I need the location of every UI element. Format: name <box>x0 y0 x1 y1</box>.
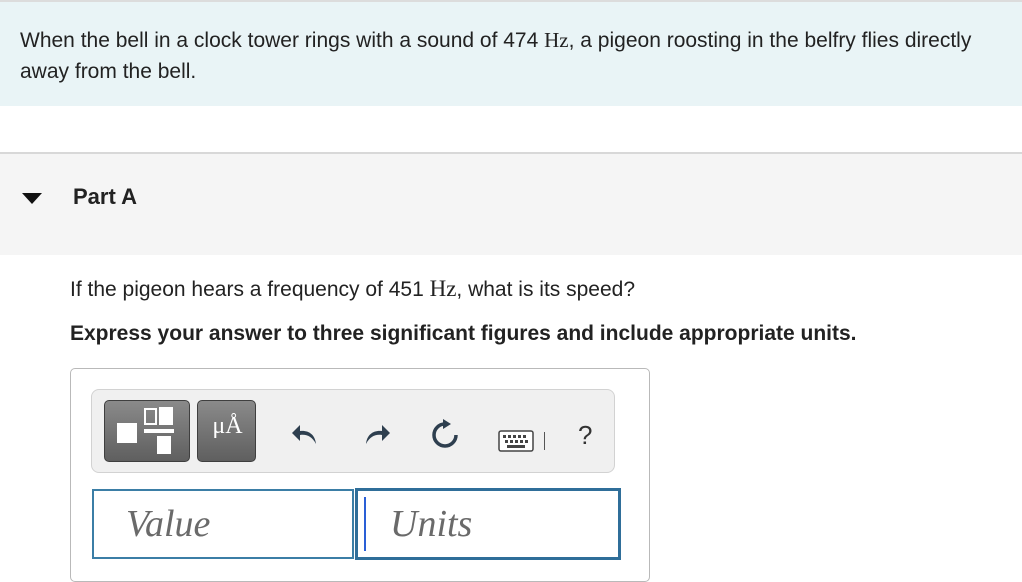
keyboard-icon[interactable] <box>498 430 534 452</box>
redo-icon[interactable] <box>362 420 392 448</box>
value-input[interactable] <box>92 489 354 559</box>
collapse-triangle-icon[interactable] <box>22 190 42 206</box>
toolbar-separator <box>544 432 545 450</box>
help-button[interactable]: ? <box>578 420 592 451</box>
part-a-header[interactable]: Part A <box>0 152 1022 255</box>
question-unit: Hz <box>429 276 457 301</box>
mu-angstrom-icon: μÅ <box>212 413 243 439</box>
math-toolbar: μÅ ? <box>91 389 615 473</box>
problem-unit: Hz <box>544 28 569 52</box>
text-cursor <box>364 497 366 551</box>
undo-icon[interactable] <box>290 420 320 448</box>
symbols-button[interactable]: μÅ <box>197 400 256 462</box>
answer-instruction: Express your answer to three significant… <box>70 322 857 345</box>
reset-icon[interactable] <box>429 419 461 451</box>
question-text-start: If the pigeon hears a frequency of 451 <box>70 278 430 301</box>
units-input[interactable] <box>356 489 620 559</box>
problem-statement-panel: When the bell in a clock tower rings wit… <box>0 0 1022 106</box>
templates-button[interactable] <box>104 400 190 462</box>
problem-statement: When the bell in a clock tower rings wit… <box>20 25 1015 87</box>
templates-icon <box>117 407 174 454</box>
part-title: Part A <box>73 184 137 209</box>
answer-box: μÅ ? <box>70 368 650 582</box>
question-text-end: , what is its speed? <box>456 278 636 301</box>
problem-text-start: When the bell in a clock tower rings wit… <box>20 29 545 52</box>
part-question: If the pigeon hears a frequency of 451 H… <box>70 276 635 302</box>
